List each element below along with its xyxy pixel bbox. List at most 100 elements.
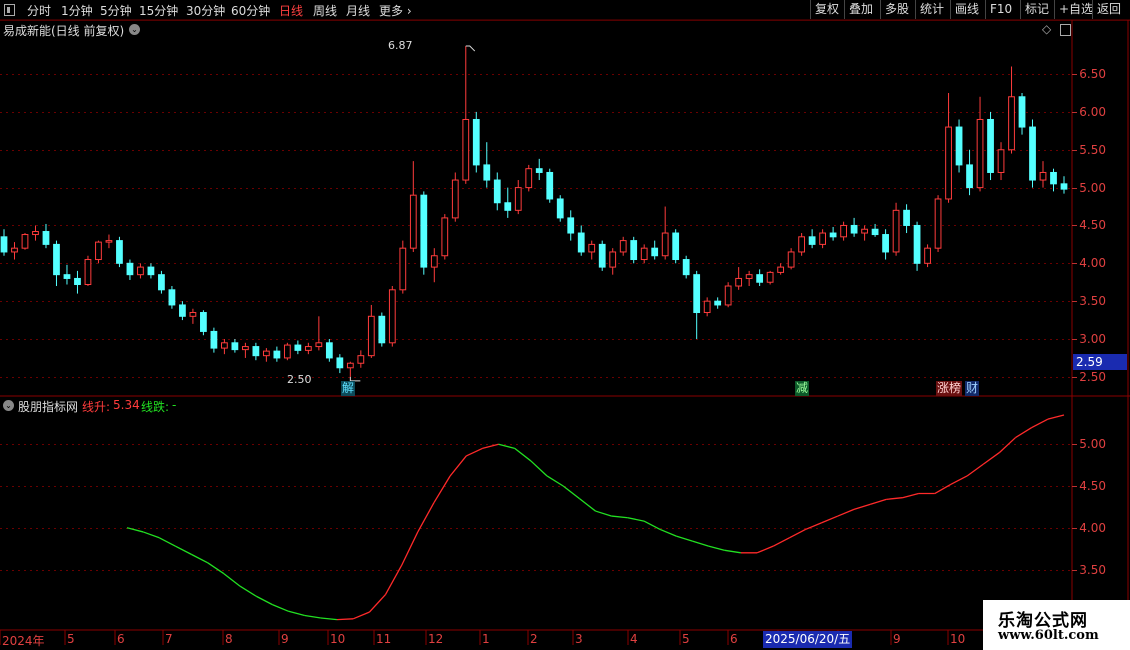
candle <box>179 301 186 321</box>
indicator-segment <box>142 531 160 539</box>
candle <box>745 270 753 287</box>
candle <box>221 339 228 355</box>
indicator-segment <box>498 443 515 450</box>
candle <box>158 270 165 294</box>
candle <box>504 187 512 218</box>
candle <box>493 172 501 211</box>
date-label-11: 3 <box>575 632 583 646</box>
candle <box>42 223 50 249</box>
indicator-segment <box>1015 426 1033 439</box>
indicator-segment <box>465 447 483 457</box>
candle <box>399 240 407 294</box>
date-label-17: 9 <box>893 632 901 646</box>
price-chart <box>0 19 1130 650</box>
indicator-segment <box>805 522 822 531</box>
candle <box>451 172 459 222</box>
candle <box>567 210 575 241</box>
candle <box>137 263 144 279</box>
indicator-segment <box>708 545 725 551</box>
date-label-3: 7 <box>165 632 173 646</box>
low-price-label: 2.50 <box>287 373 312 386</box>
candle <box>1018 92 1026 135</box>
chevron-down-icon[interactable]: ⌄ <box>3 400 14 411</box>
candle <box>924 244 931 268</box>
candle <box>892 202 900 256</box>
event-tag-0[interactable]: 解 <box>341 381 356 396</box>
candlesticks <box>0 46 1068 377</box>
candle <box>735 267 743 290</box>
indicator-segment <box>772 537 790 547</box>
candle <box>262 348 270 362</box>
candle <box>483 142 491 188</box>
candle <box>598 240 606 271</box>
date-label-0: 2024年 <box>2 634 45 648</box>
candle <box>546 168 554 203</box>
candle <box>903 204 910 234</box>
indicator-segment <box>998 437 1016 454</box>
candle <box>766 270 774 285</box>
indicator-segment <box>595 510 612 517</box>
candle <box>0 229 8 256</box>
indicator-segment <box>1031 418 1049 429</box>
indicator-segment <box>159 537 176 547</box>
candle <box>934 195 942 252</box>
candle <box>21 233 29 250</box>
indicator-segment <box>578 498 596 512</box>
candle <box>777 263 785 275</box>
event-tag-2[interactable]: 涨榜 <box>936 381 963 396</box>
date-label-14: 6 <box>730 632 738 646</box>
date-label-4: 8 <box>225 632 233 646</box>
indicator-segment <box>643 520 661 531</box>
indicator-segment <box>288 610 305 617</box>
indicator-segment <box>191 553 209 564</box>
candle <box>168 286 176 309</box>
candle <box>84 255 92 287</box>
candle <box>661 206 669 260</box>
candle <box>147 263 155 279</box>
candle <box>672 229 680 264</box>
indicator-segment <box>724 549 741 554</box>
candle <box>11 242 18 260</box>
candle <box>105 234 113 249</box>
candle <box>294 340 302 355</box>
candle <box>1008 66 1015 154</box>
candle <box>987 111 994 181</box>
candle <box>1039 161 1047 188</box>
indicator-segment <box>126 527 144 533</box>
candle <box>714 297 722 309</box>
event-tag-3[interactable]: 财 <box>965 381 980 396</box>
candle <box>315 316 323 351</box>
indicator-segment <box>982 452 1000 465</box>
candle <box>588 240 596 260</box>
candle <box>32 225 39 241</box>
indicator-segment <box>966 463 984 477</box>
indicator-segment <box>401 531 419 566</box>
indicator-segment <box>255 595 273 606</box>
indicator-segment <box>207 562 225 575</box>
indicator-segment <box>886 497 903 501</box>
candle <box>441 214 449 260</box>
indicator-segment <box>449 455 467 477</box>
candle <box>913 221 921 271</box>
candle <box>346 361 354 377</box>
candle <box>556 195 564 222</box>
indicator-tick-0: 5.00 <box>1079 436 1106 451</box>
candle <box>63 264 71 285</box>
candle <box>840 221 847 241</box>
indicator-segment <box>659 528 677 537</box>
candle <box>200 310 207 336</box>
watermark-url: www.60lt.com <box>998 628 1099 643</box>
event-tag-1[interactable]: 减 <box>795 381 810 396</box>
indicator-segment <box>272 604 289 612</box>
indicator-segment <box>869 498 887 505</box>
date-label-9: 1 <box>482 632 490 646</box>
candle <box>756 269 764 287</box>
candle <box>53 240 60 287</box>
indicator-tick-1: 4.50 <box>1079 478 1106 493</box>
indicator-line <box>126 414 1065 621</box>
candle <box>640 244 648 264</box>
price-tick-8: 2.50 <box>1079 369 1106 384</box>
date-label-7: 11 <box>376 632 392 646</box>
date-highlight: 2025/06/20/五 <box>763 631 853 648</box>
candle <box>976 96 984 192</box>
